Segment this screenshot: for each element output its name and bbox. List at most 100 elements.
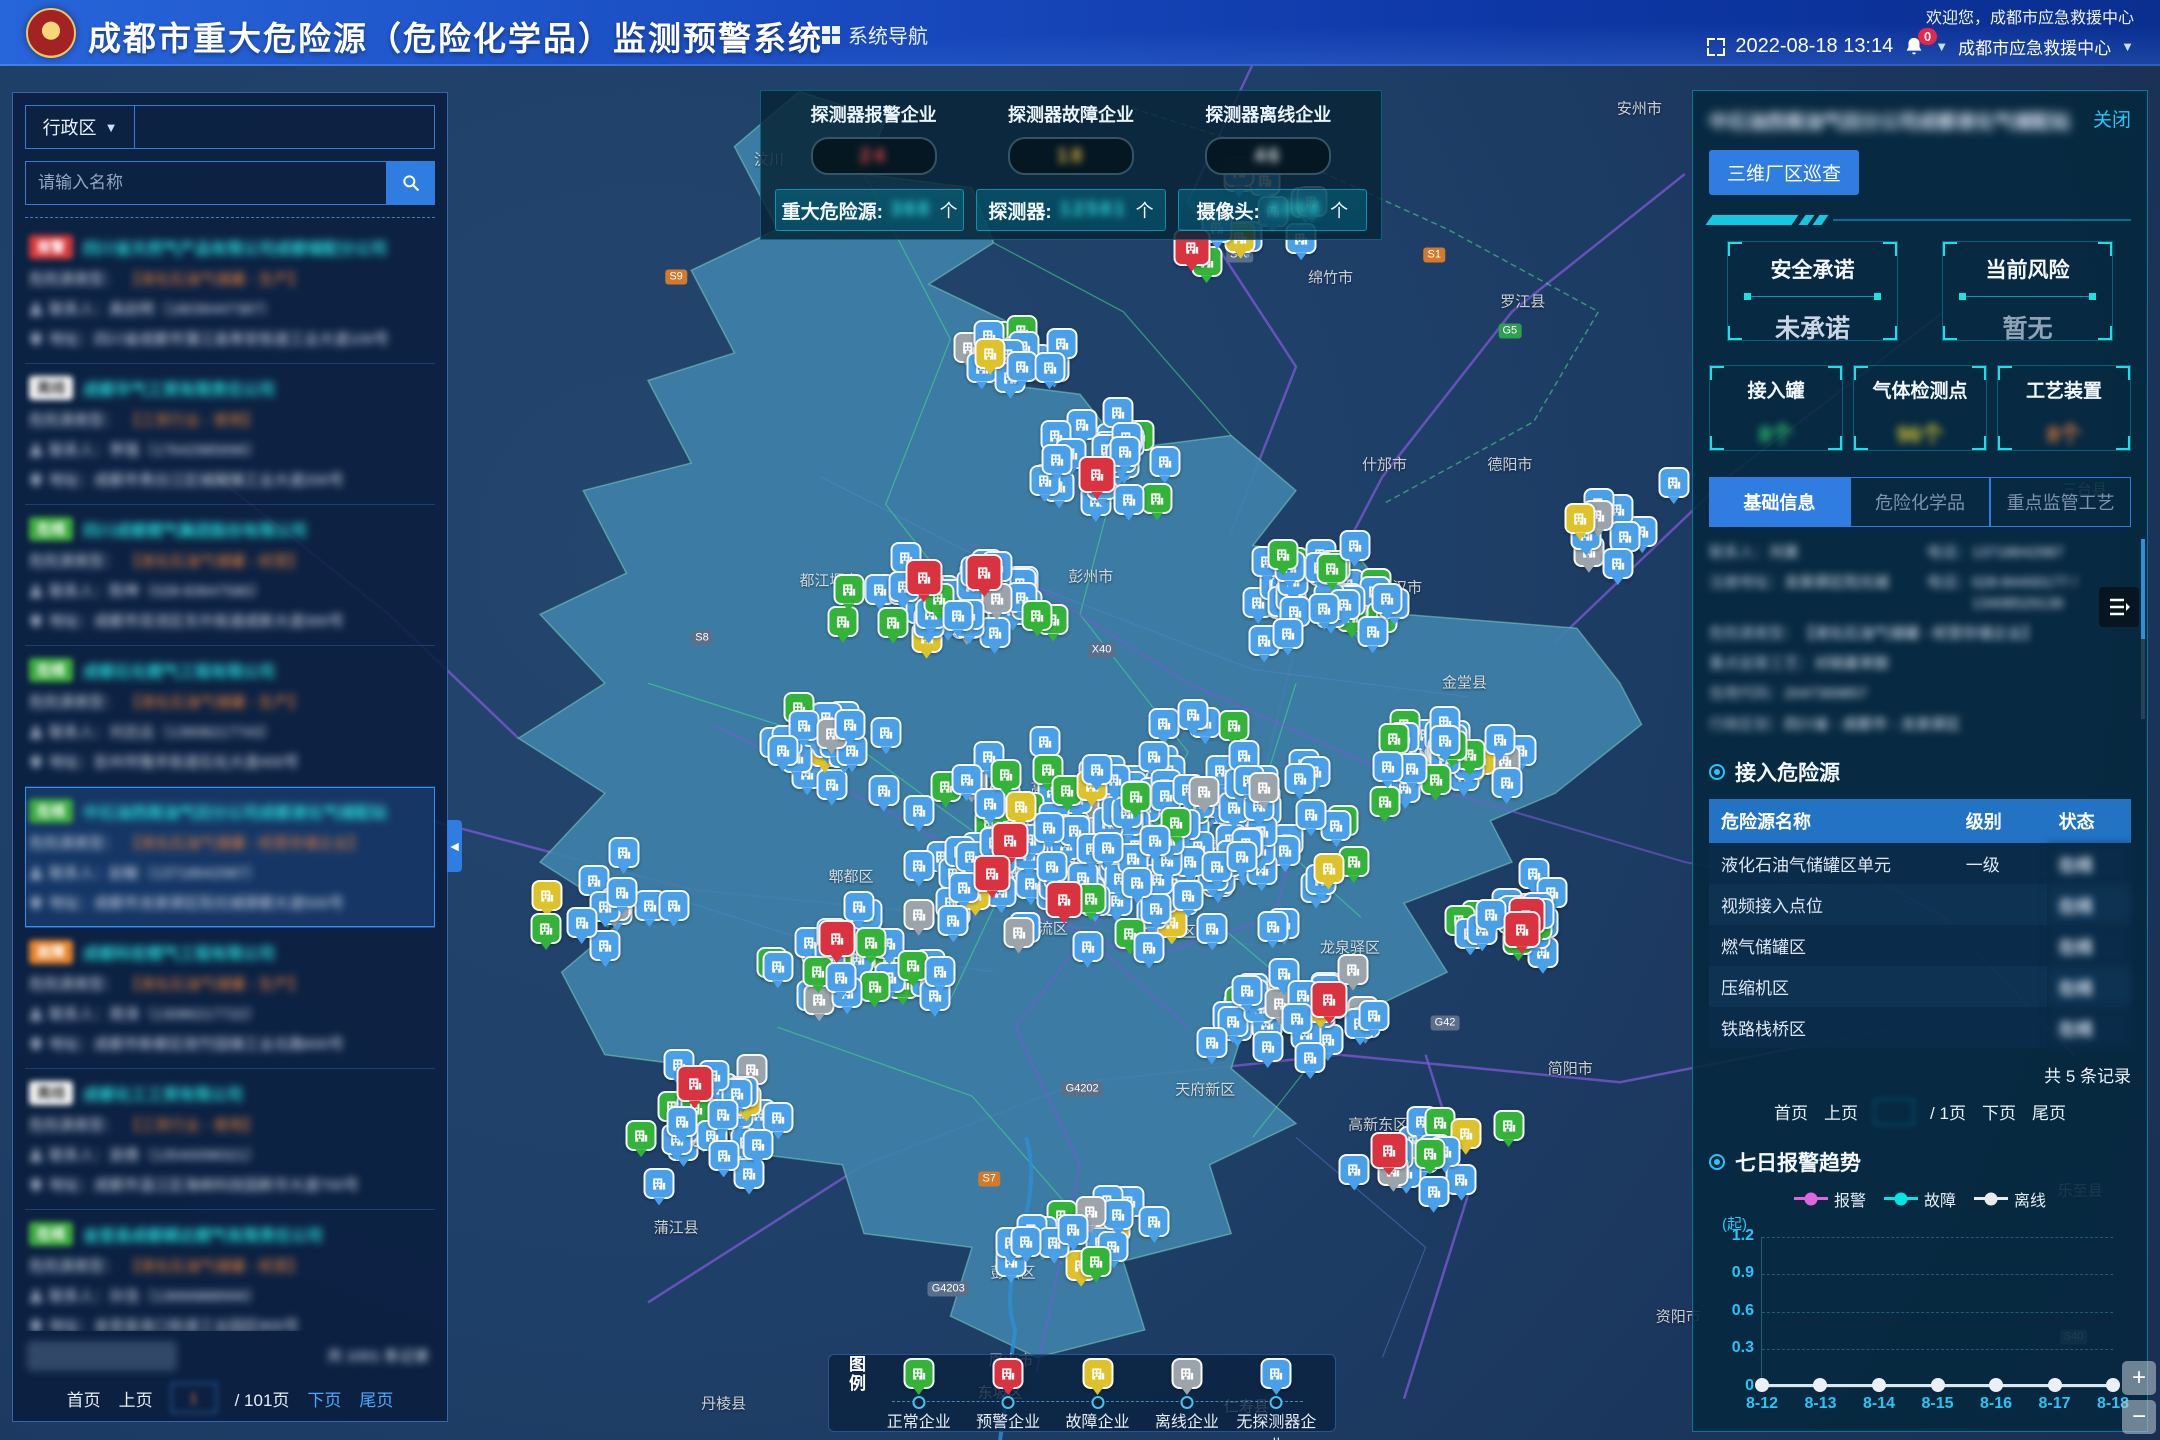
map-marker-green[interactable]: [531, 913, 562, 944]
map-marker-blue[interactable]: [1034, 812, 1065, 843]
expand-panel-button[interactable]: [2099, 587, 2139, 627]
map-marker-blue[interactable]: [834, 709, 865, 740]
system-nav-button[interactable]: 系统导航: [822, 20, 928, 49]
map-marker-blue[interactable]: [708, 1140, 739, 1171]
map-marker-blue[interactable]: [1272, 618, 1303, 649]
search-input[interactable]: [25, 161, 387, 205]
map-marker-green[interactable]: [1022, 600, 1053, 631]
pagination-link[interactable]: 上页: [119, 1386, 153, 1411]
company-card[interactable]: 故障 成都科宏燃气工程有限公司 危险源类型：【液化石油气储罐 - 生产】 联系人…: [25, 928, 435, 1069]
map-marker-blue[interactable]: [871, 717, 902, 748]
pagination-link[interactable]: 尾页: [359, 1386, 393, 1411]
map-marker-green[interactable]: [1268, 539, 1299, 570]
map-marker-blue[interactable]: [1446, 1164, 1477, 1195]
map-marker-blue[interactable]: [1295, 1042, 1326, 1073]
map-marker-blue[interactable]: [658, 890, 689, 921]
map-marker-blue[interactable]: [942, 600, 973, 631]
map-marker-blue[interactable]: [762, 951, 793, 982]
search-button[interactable]: [387, 161, 435, 205]
map-marker-blue[interactable]: [742, 1129, 773, 1160]
map-marker-blue[interactable]: [1197, 913, 1228, 944]
pagination-link[interactable]: 上页: [1824, 1099, 1858, 1124]
map-marker-blue[interactable]: [825, 962, 856, 993]
tab-0[interactable]: 基础信息: [1709, 477, 1850, 527]
map-marker-blue[interactable]: [1295, 799, 1326, 830]
map-marker-red[interactable]: [818, 920, 855, 957]
pagination-link[interactable]: 下页: [1982, 1099, 2016, 1124]
map-marker-green[interactable]: [828, 606, 859, 637]
map-marker-red[interactable]: [966, 554, 1003, 591]
map-marker-gray[interactable]: [1003, 917, 1034, 948]
map-marker-red[interactable]: [905, 559, 942, 596]
map-marker-blue[interactable]: [1177, 699, 1208, 730]
map-marker-blue[interactable]: [1358, 1000, 1389, 1031]
map-marker-blue[interactable]: [903, 850, 934, 881]
map-marker-green[interactable]: [1219, 710, 1250, 741]
map-marker-green[interactable]: [1120, 781, 1151, 812]
map-marker-blue[interactable]: [1041, 444, 1072, 475]
company-card[interactable]: 在线 金堂县成都顺达燃气有限责任公司 危险源类型：【液化石油气储罐 - 经营】 …: [25, 1210, 435, 1331]
map-marker-blue[interactable]: [1491, 767, 1522, 798]
map-marker-blue[interactable]: [1093, 832, 1124, 863]
map-marker-gray[interactable]: [1249, 772, 1280, 803]
map-marker-green[interactable]: [833, 574, 864, 605]
map-marker-blue[interactable]: [1309, 593, 1340, 624]
map-marker-blue[interactable]: [1034, 352, 1065, 383]
pagination-link[interactable]: 尾页: [2032, 1099, 2066, 1124]
map-marker-blue[interactable]: [666, 1106, 697, 1137]
map-marker-red[interactable]: [992, 822, 1029, 859]
company-card[interactable]: 离线 成都化工工贸有限公司 危险源类型：【工贸行业 - 使用】 联系人：吴倩（1…: [25, 1069, 435, 1210]
pagination-link[interactable]: 首页: [67, 1386, 101, 1411]
map-marker-blue[interactable]: [1072, 931, 1103, 962]
fullscreen-icon[interactable]: [1707, 38, 1725, 56]
page-input[interactable]: [171, 1383, 217, 1413]
map-marker-gray[interactable]: [1189, 776, 1220, 807]
map-marker-green[interactable]: [859, 971, 890, 1002]
map-marker-blue[interactable]: [566, 907, 597, 938]
map-marker-blue[interactable]: [1231, 975, 1262, 1006]
map-marker-red[interactable]: [1046, 881, 1083, 918]
map-marker-green[interactable]: [1081, 1246, 1112, 1277]
zoom-in-button[interactable]: +: [2122, 1361, 2156, 1395]
map-marker-yellow[interactable]: [975, 338, 1006, 369]
tab-1[interactable]: 危险化学品: [1850, 477, 1991, 527]
map-marker-blue[interactable]: [707, 1099, 738, 1130]
map-marker-blue[interactable]: [816, 769, 847, 800]
company-card[interactable]: 离线 成都华气工贸有限责任公司 危险源类型：【工贸行业 - 使用】 联系人：李强…: [25, 364, 435, 505]
3d-patrol-button[interactable]: 三维厂区巡查: [1709, 150, 1859, 195]
pagination-link[interactable]: / 101页: [235, 1386, 290, 1411]
tab-2[interactable]: 重点监管工艺: [1990, 477, 2131, 527]
map-marker-red[interactable]: [676, 1065, 713, 1102]
map-marker-blue[interactable]: [924, 956, 955, 987]
map-marker-blue[interactable]: [1339, 530, 1370, 561]
map-marker-blue[interactable]: [644, 1168, 675, 1199]
zoom-out-button[interactable]: −: [2122, 1400, 2156, 1434]
map-marker-red[interactable]: [974, 855, 1011, 892]
bell-icon[interactable]: 0: [1903, 36, 1925, 58]
map-marker-blue[interactable]: [1372, 583, 1403, 614]
map-marker-blue[interactable]: [1103, 1199, 1134, 1230]
company-card[interactable]: 在线 四川成都燃气集团股份有限公司 危险源类型：【液化石油气储罐 - 经营】 联…: [25, 505, 435, 646]
map-marker-red[interactable]: [1503, 911, 1540, 948]
map-marker-red[interactable]: [1079, 456, 1116, 493]
map-marker-blue[interactable]: [1484, 724, 1515, 755]
map-marker-blue[interactable]: [1357, 616, 1388, 647]
map-marker-blue[interactable]: [1602, 548, 1633, 579]
map-marker-green[interactable]: [1142, 483, 1173, 514]
map-marker-blue[interactable]: [1430, 725, 1461, 756]
district-value-box[interactable]: [135, 105, 435, 149]
map-marker-green[interactable]: [855, 927, 886, 958]
map-marker-blue[interactable]: [1122, 867, 1153, 898]
map-marker-green[interactable]: [1378, 723, 1409, 754]
map-marker-blue[interactable]: [938, 905, 969, 936]
map-marker-blue[interactable]: [1148, 708, 1179, 739]
company-card[interactable]: 在线 中石油西南油气田分公司成都液化气储配站 危险源类型：【液化石油气储罐 - …: [25, 787, 435, 928]
pagination-link[interactable]: / 1页: [1930, 1099, 1966, 1124]
scrollbar[interactable]: [2141, 539, 2145, 719]
map-marker-gray[interactable]: [903, 899, 934, 930]
map-marker-green[interactable]: [878, 607, 909, 638]
pagination-link[interactable]: 下页: [307, 1386, 341, 1411]
map-marker-green[interactable]: [1414, 1138, 1445, 1169]
map-marker-blue[interactable]: [1113, 484, 1144, 515]
map-marker-blue[interactable]: [1030, 726, 1061, 757]
